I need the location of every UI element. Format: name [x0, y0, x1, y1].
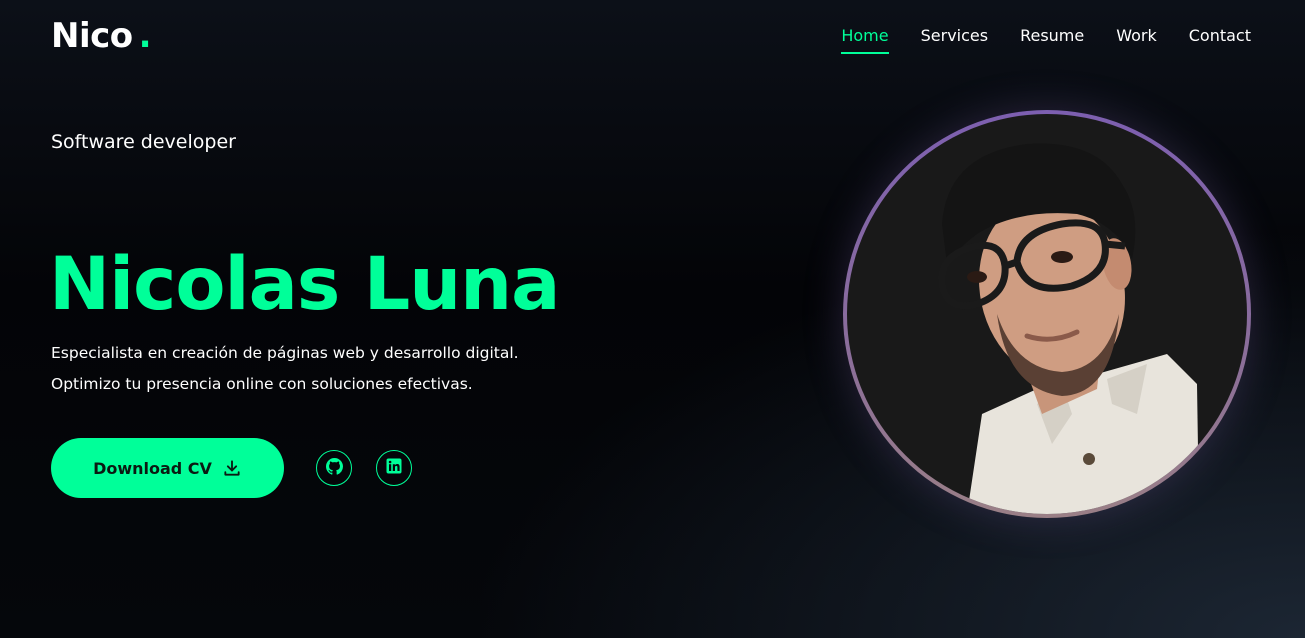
profile-photo — [847, 114, 1247, 514]
main-nav: Home Services Resume Work Contact — [841, 26, 1251, 54]
hero-description-line1: Especialista en creación de páginas web … — [51, 344, 519, 362]
nav-services[interactable]: Services — [921, 26, 988, 45]
nav-resume[interactable]: Resume — [1020, 26, 1084, 45]
linkedin-link[interactable] — [376, 450, 412, 486]
download-cv-button[interactable]: Download CV — [51, 438, 284, 498]
github-icon — [325, 457, 343, 479]
hero-subtitle: Software developer — [51, 131, 236, 153]
download-cv-label: Download CV — [93, 458, 212, 478]
nav-work[interactable]: Work — [1116, 26, 1157, 45]
github-link[interactable] — [316, 450, 352, 486]
logo-text: Nico — [51, 16, 133, 56]
profile-photo-frame — [843, 110, 1251, 518]
nav-home[interactable]: Home — [841, 26, 889, 54]
nav-contact[interactable]: Contact — [1189, 26, 1251, 45]
logo[interactable]: Nico. — [51, 16, 152, 56]
hero-name: Nicolas Luna — [49, 242, 560, 327]
hero-description-line2: Optimizo tu presencia online con solucio… — [51, 375, 473, 393]
download-icon — [222, 458, 242, 478]
linkedin-icon — [386, 458, 402, 478]
logo-dot: . — [138, 16, 152, 56]
